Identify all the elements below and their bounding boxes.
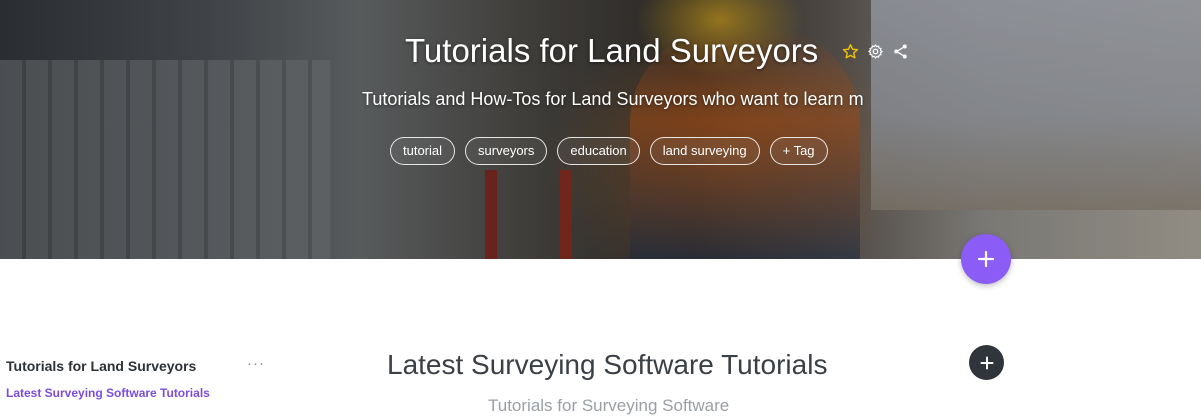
section-title: Latest Surveying Software Tutorials [387, 349, 828, 380]
section-subtitle: Tutorials for Surveying Software [488, 396, 730, 415]
add-tag-button[interactable]: + Tag [769, 137, 828, 165]
sidebar-item-latest-surveying-software-tutorials[interactable]: Latest Surveying Software Tutorials [6, 386, 210, 400]
plus-icon [980, 356, 993, 369]
star-icon[interactable] [842, 43, 859, 60]
add-item-button[interactable] [969, 345, 1004, 380]
tag-land-surveying[interactable]: land surveying [649, 137, 760, 165]
tag-education[interactable]: education [557, 137, 640, 165]
share-icon[interactable] [892, 43, 909, 60]
gear-icon[interactable] [867, 43, 884, 60]
page-subtitle: Tutorials and How-Tos for Land Surveyors… [362, 89, 864, 109]
plus-icon [977, 250, 995, 268]
page-title: Tutorials for Land Surveyors [405, 32, 819, 69]
add-section-button[interactable] [961, 234, 1011, 284]
hero-banner: Tutorials for Land Surveyors Tutorials a… [0, 0, 1201, 259]
sidebar-more-options-icon[interactable]: ··· [247, 355, 265, 372]
hero-content: Tutorials for Land Surveyors Tutorials a… [0, 0, 1201, 259]
sidebar-title: Tutorials for Land Surveyors [6, 358, 197, 374]
hero-actions [842, 43, 909, 60]
tag-tutorial[interactable]: tutorial [390, 137, 456, 165]
tag-list: tutorial surveyors education land survey… [390, 137, 828, 165]
tag-surveyors[interactable]: surveyors [465, 137, 548, 165]
